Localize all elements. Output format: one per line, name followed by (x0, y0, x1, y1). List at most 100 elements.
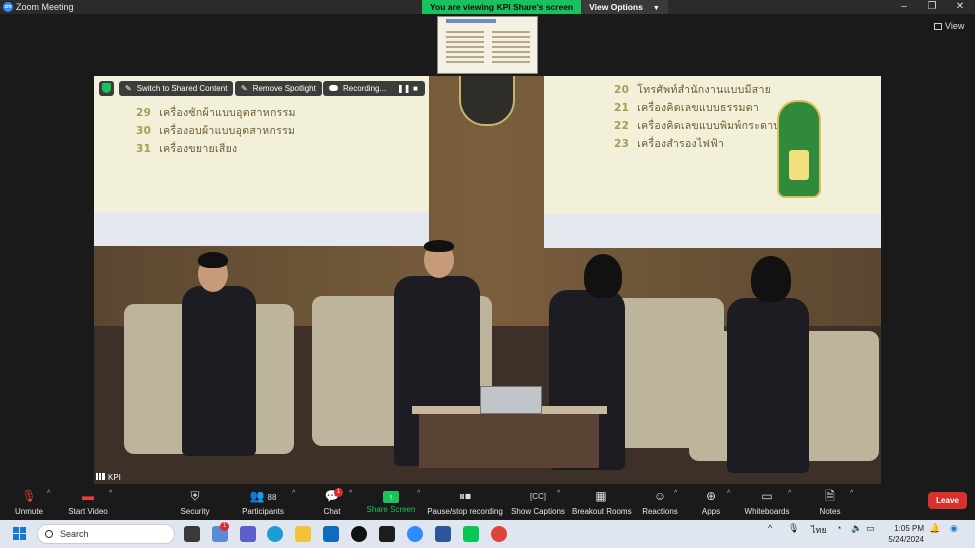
shield-icon: ⛨ (190, 489, 200, 503)
whiteboards-button[interactable]: ▭ Whiteboards (744, 488, 790, 518)
leave-meeting-button[interactable]: Leave (928, 492, 967, 509)
restore-button[interactable]: ❐ (918, 0, 946, 14)
security-button[interactable]: ⛨ Security (178, 488, 212, 518)
emblem-logo (777, 100, 821, 198)
projection-screen-right: 20 โทรศัพท์สำนักงานแบบมีสาย 21 เครื่องคิดเ… (544, 76, 881, 248)
spotlight-video[interactable]: 29 เครื่องซักผ้าแบบอุตสาหกรรม 30 เครื่องอบ… (94, 76, 881, 484)
grid-view-icon (934, 23, 942, 30)
show-captions-label: Show Captions (511, 507, 565, 516)
thumbnail-title-bar (446, 19, 496, 23)
panelist-4-hair (751, 256, 791, 302)
view-options-label: View Options (589, 2, 643, 12)
window-title: Zoom Meeting (16, 2, 74, 12)
share-screen-button[interactable]: ↑ Share Screen (366, 488, 416, 518)
pause-recording-icon[interactable]: ❚❚ (397, 81, 410, 96)
audio-options-caret-icon[interactable]: ^ (47, 490, 50, 497)
word-icon[interactable] (435, 526, 451, 542)
panelist-3-hair (584, 254, 622, 298)
breakout-rooms-label: Breakout Rooms (572, 507, 632, 516)
wifi-icon[interactable]: ◔ (836, 523, 841, 533)
share-options-caret-icon[interactable]: ^ (417, 490, 420, 497)
mail-icon[interactable] (323, 526, 339, 542)
task-view-icon[interactable] (184, 526, 200, 542)
volume-icon[interactable]: 🔈 (851, 523, 862, 534)
view-layout-button[interactable]: View (934, 21, 964, 31)
participant-name: KPI (108, 473, 121, 482)
reactions-options-caret-icon[interactable]: ^ (674, 490, 677, 497)
input-language-indicator[interactable]: ไทย (811, 523, 827, 537)
projected-taskbar-strip (94, 212, 429, 246)
reactions-button[interactable]: ☺ Reactions (642, 488, 678, 518)
stop-recording-icon[interactable]: ■ (413, 81, 418, 96)
microphone-muted-icon: 🎙 (21, 489, 37, 503)
apps-button[interactable]: ⊕ Apps (700, 488, 722, 518)
copilot-icon[interactable]: ◉ (950, 523, 958, 534)
apps-label: Apps (701, 507, 721, 516)
taskbar-search-box[interactable]: Search (37, 524, 175, 544)
notes-button[interactable]: 🗎 Notes (818, 488, 842, 518)
chevron-down-icon: ▼ (652, 5, 660, 12)
slide-line-text: เครื่องอบผ้าแบบอุตสาหกรรม (159, 125, 296, 137)
start-video-button[interactable]: ▬ Start Video (66, 488, 110, 518)
taskbar-clock[interactable]: 1:05 PM 5/24/2024 (884, 523, 924, 545)
chat-button[interactable]: 💬 1 Chat (318, 488, 346, 518)
security-label: Security (180, 507, 210, 516)
notifications-bell-icon[interactable]: 🔔 (929, 523, 940, 534)
notes-icon: 🗎 (825, 489, 835, 503)
slide-line: 30 เครื่องอบผ้าแบบอุตสาหกรรม (136, 122, 295, 139)
breakout-rooms-button[interactable]: ▦ Breakout Rooms (572, 488, 632, 518)
teams-icon[interactable] (240, 526, 256, 542)
captions-options-caret-icon[interactable]: ^ (557, 490, 560, 497)
encryption-shield-icon[interactable] (99, 81, 114, 96)
close-button[interactable]: ✕ (946, 0, 974, 14)
slide-line-text: เครื่องขยายเสียง (159, 143, 238, 155)
sticky-notes-icon[interactable] (379, 526, 395, 542)
recording-label: Recording... (343, 84, 387, 93)
tray-overflow-chevron-icon[interactable]: ^ (768, 523, 772, 533)
whiteboard-icon: ▭ (761, 489, 773, 503)
view-options-button[interactable]: View Options ▼ (581, 0, 668, 14)
microphone-tray-icon[interactable]: 🎙 (788, 523, 799, 534)
file-explorer-icon[interactable] (295, 526, 311, 542)
participant-name-tag: KPI (96, 473, 121, 482)
battery-icon[interactable]: ▭ (866, 523, 875, 534)
switch-to-shared-content-button[interactable]: ✎ Switch to Shared Content (119, 81, 234, 96)
edge-browser-icon[interactable] (267, 526, 283, 542)
dell-icon[interactable] (351, 526, 367, 542)
slide-line: 21 เครื่องคิดเลขแบบธรรมดา (614, 99, 759, 116)
recording-indicator[interactable]: Recording... ❚❚ ■ (323, 81, 425, 96)
slide-line-number: 31 (136, 143, 152, 155)
participants-icon: 👥 88 (249, 489, 277, 503)
notes-label: Notes (819, 507, 841, 516)
zoom-meeting-window: zm Zoom Meeting – ❐ ✕ You are viewing KP… (0, 0, 975, 548)
shared-content-thumbnail[interactable] (437, 16, 538, 74)
apps-options-caret-icon[interactable]: ^ (727, 490, 730, 497)
panelist-2-hair (424, 240, 454, 252)
chat-options-caret-icon[interactable]: ^ (349, 490, 352, 497)
video-options-caret-icon[interactable]: ^ (109, 490, 112, 497)
remove-spotlight-label: Remove Spotlight (252, 84, 316, 93)
slide-line-number: 20 (614, 84, 630, 96)
whiteboards-options-caret-icon[interactable]: ^ (788, 490, 791, 497)
participants-options-caret-icon[interactable]: ^ (292, 490, 295, 497)
participants-button[interactable]: 👥 88 Participants (238, 488, 288, 518)
remove-spotlight-button[interactable]: ✎ Remove Spotlight (235, 81, 322, 96)
video-off-icon: ▬ (82, 489, 94, 503)
slide-line-number: 21 (614, 102, 630, 114)
pause-stop-recording-button[interactable]: ⏸⏹ Pause/stop recording (426, 488, 504, 518)
chrome-icon[interactable] (491, 526, 507, 542)
start-video-label: Start Video (68, 507, 108, 516)
windows-taskbar: Search 1 ^ 🎙 ไทย ◔ 🔈 ▭ 1:05 PM 5/24/2024… (0, 520, 975, 548)
minimize-button[interactable]: – (890, 0, 918, 14)
viewing-share-label: You are viewing KPI Share's screen (422, 0, 582, 14)
slide-line: 20 โทรศัพท์สำนักงานแบบมีสาย (614, 81, 771, 98)
projected-taskbar-strip (544, 214, 881, 248)
line-app-icon[interactable] (463, 526, 479, 542)
share-banner: You are viewing KPI Share's screen View … (422, 0, 668, 14)
windows-start-button[interactable] (13, 527, 27, 541)
switch-to-shared-content-label: Switch to Shared Content (136, 84, 228, 93)
unmute-label: Unmute (14, 507, 43, 516)
zoom-taskbar-icon[interactable] (407, 526, 423, 542)
unmute-button[interactable]: 🎙 Unmute (12, 488, 46, 518)
more-options-caret-icon[interactable]: ^ (850, 490, 853, 497)
